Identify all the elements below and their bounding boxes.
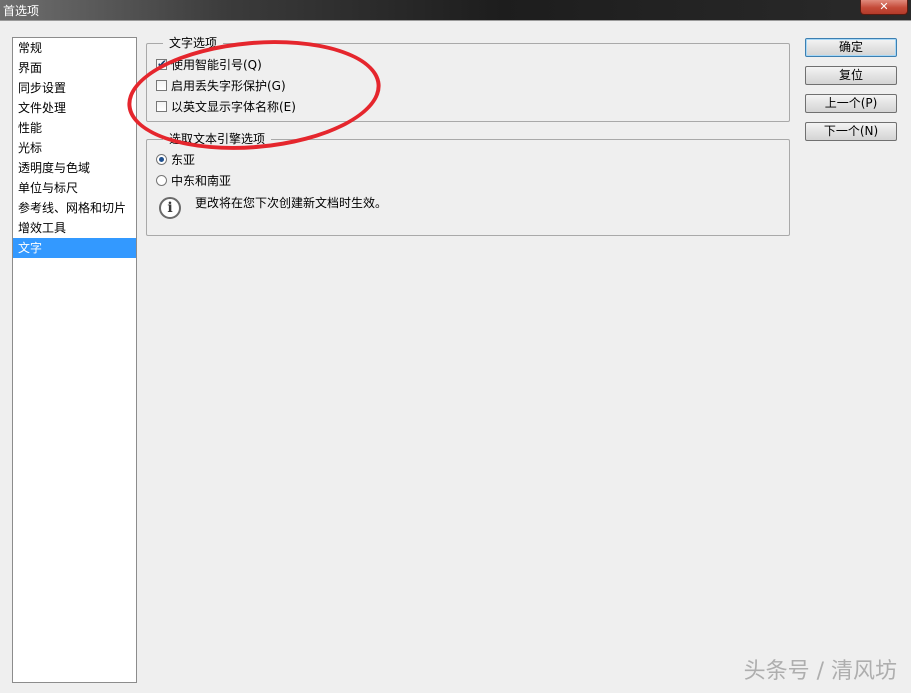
window-title: 首选项 [3,4,40,18]
title-bar: 首选项 ✕ [0,0,911,20]
dialog-body: 常规 界面 同步设置 文件处理 性能 光标 透明度与色域 单位与标尺 参考线、网… [0,20,911,693]
sidebar-item-guides-grid-slices[interactable]: 参考线、网格和切片 [13,198,136,218]
sidebar-item-performance[interactable]: 性能 [13,118,136,138]
sidebar-item-file-handling[interactable]: 文件处理 [13,98,136,118]
smart-quotes-option[interactable]: ✔ 使用智能引号(Q) [156,56,262,74]
sidebar-item-sync-settings[interactable]: 同步设置 [13,78,136,98]
english-font-names-option[interactable]: 以英文显示字体名称(E) [156,98,296,116]
sidebar-item-units-rulers[interactable]: 单位与标尺 [13,178,136,198]
sidebar-item-plugins[interactable]: 增效工具 [13,218,136,238]
sidebar-item-transparency-gamut[interactable]: 透明度与色域 [13,158,136,178]
east-asia-radio[interactable] [156,154,167,165]
smart-quotes-label: 使用智能引号(Q) [171,58,262,72]
preferences-category-list[interactable]: 常规 界面 同步设置 文件处理 性能 光标 透明度与色域 单位与标尺 参考线、网… [12,37,137,683]
close-button[interactable]: ✕ [860,0,908,15]
sidebar-item-cursors[interactable]: 光标 [13,138,136,158]
info-icon: i [159,197,181,219]
text-options-group: 文字选项 ✔ 使用智能引号(Q) 启用丢失字形保护(G) 以英文显示字体名称(E) [146,35,790,122]
checkmark-icon: ✔ [157,57,168,71]
middle-east-label: 中东和南亚 [171,174,232,188]
missing-glyph-checkbox[interactable] [156,80,167,91]
middle-east-radio[interactable] [156,175,167,186]
text-engine-legend: 选取文本引擎选项 [163,131,272,147]
smart-quotes-checkbox[interactable]: ✔ [156,57,167,71]
english-font-names-label: 以英文显示字体名称(E) [171,100,296,114]
missing-glyph-label: 启用丢失字形保护(G) [171,79,286,93]
text-options-legend: 文字选项 [163,35,224,51]
previous-button[interactable]: 上一个(P) [805,94,897,113]
ok-button[interactable]: 确定 [805,38,897,57]
east-asia-label: 东亚 [171,153,196,167]
close-icon: ✕ [879,0,889,13]
english-font-names-checkbox[interactable] [156,101,167,112]
info-message: 更改将在您下次创建新文档时生效。 [195,196,388,210]
sidebar-item-general[interactable]: 常规 [13,38,136,58]
east-asia-option[interactable]: 东亚 [156,151,195,169]
text-engine-group: 选取文本引擎选项 东亚 中东和南亚 i 更改将在您下次创建新文档时生效。 [146,131,790,236]
sidebar-item-interface[interactable]: 界面 [13,58,136,78]
sidebar-item-type[interactable]: 文字 [13,238,136,258]
middle-east-option[interactable]: 中东和南亚 [156,172,231,190]
reset-button[interactable]: 复位 [805,66,897,85]
watermark: 头条号 / 清风坊 [743,659,897,684]
missing-glyph-option[interactable]: 启用丢失字形保护(G) [156,77,286,95]
next-button[interactable]: 下一个(N) [805,122,897,141]
